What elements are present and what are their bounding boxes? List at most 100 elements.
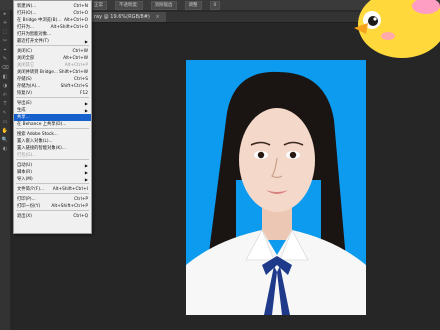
menu-item[interactable]: 打印一份(Y) Alt+Shift+Ctrl+P	[14, 203, 91, 210]
submenu-arrow-icon: ▶	[84, 163, 88, 168]
menu-item-label: 打开为智能对象...	[17, 32, 52, 37]
menu-item-shortcut: Ctrl+Q	[73, 214, 88, 219]
menu-item-label: 打开(O)...	[17, 11, 37, 16]
menu-item-label: 置入链接的智能对象(K)...	[17, 146, 66, 151]
menu-item-shortcut: Alt+Ctrl+O	[63, 18, 88, 23]
menu-item[interactable]: 搜索 Adobe Stock...	[14, 131, 91, 138]
menu-item-shortcut: Alt+Ctrl+P	[64, 63, 88, 68]
document-tab[interactable]: ray @ 19.6%(RGB/8#) ×	[88, 12, 166, 22]
menu-item-label: 导出(E)	[17, 101, 32, 106]
portrait-illustration	[186, 60, 366, 315]
menu-item: 打包(G)...	[14, 152, 91, 159]
menu-item-shortcut: Ctrl+S	[74, 77, 88, 82]
submenu-arrow-icon: ▶	[84, 108, 88, 113]
tool-button[interactable]: ✛	[0, 19, 10, 28]
menu-item-label: 关闭(C)	[17, 49, 32, 54]
tool-button[interactable]: ↖	[0, 109, 10, 118]
mode-select[interactable]: 正常	[90, 0, 107, 10]
menu-item[interactable]: 新建(N)... Ctrl+N	[14, 3, 91, 10]
menu-item-label: 恢复(V)	[17, 91, 32, 96]
menu-item-shortcut: Alt+Shift+Ctrl+P	[51, 204, 88, 209]
tool-button[interactable]: ✍	[0, 91, 10, 100]
menu-item-label: 打开为...	[17, 25, 34, 30]
smooth-toggle[interactable]: 消除锯齿	[150, 0, 177, 10]
document-tab-title: ray @ 19.6%(RGB/8#)	[94, 14, 150, 20]
tool-button[interactable]: ✎	[0, 55, 10, 64]
menu-item[interactable]: 最近打开文件(T) ▶	[14, 38, 91, 45]
menu-item[interactable]: 导出(E) ▶	[14, 100, 91, 107]
menu-item-shortcut: Alt+Ctrl+W	[63, 56, 88, 61]
menu-item[interactable]: 自动(U) ▶	[14, 162, 91, 169]
menu-item[interactable]: 打开为智能对象...	[14, 31, 91, 38]
menu-item: 关闭其它 Alt+Ctrl+P	[14, 62, 91, 69]
tool-button[interactable]: ◧	[0, 73, 10, 82]
menu-item[interactable]: 退出(X) Ctrl+Q	[14, 213, 91, 220]
menu-item[interactable]: 关闭并转到 Bridge... Shift+Ctrl+W	[14, 69, 91, 76]
menu-item-label: 文件简介(F)...	[17, 187, 45, 192]
menu-separator	[16, 159, 89, 160]
menu-item[interactable]: 在 Bridge 中浏览(B)... Alt+Ctrl+O	[14, 17, 91, 24]
tool-button[interactable]: ⌫	[0, 64, 10, 73]
tool-button[interactable]: ◐	[0, 145, 10, 154]
menu-item[interactable]: 共享...	[14, 114, 91, 121]
menu-item[interactable]: 置入嵌入对象(L)...	[14, 138, 91, 145]
menu-item[interactable]: 脚本(R) ▶	[14, 169, 91, 176]
menu-item-label: 新建(N)...	[17, 4, 37, 9]
tool-button[interactable]: T	[0, 100, 10, 109]
menu-item-shortcut: Alt+Shift+Ctrl+I	[52, 187, 88, 192]
menu-item[interactable]: 打印(P)... Ctrl+P	[14, 196, 91, 203]
bird-sticker	[348, 0, 440, 80]
menu-item-label: 关闭其它	[17, 63, 35, 68]
menu-item-shortcut: Shift+Ctrl+W	[59, 70, 88, 75]
menu-item[interactable]: 打开为... Alt+Shift+Ctrl+O	[14, 24, 91, 31]
menu-item-shortcut: F12	[80, 91, 88, 96]
menu-separator	[16, 97, 89, 98]
tool-button[interactable]: 🔍	[0, 136, 10, 145]
menu-item-label: 打印一份(Y)	[17, 204, 41, 209]
menu-separator	[16, 183, 89, 184]
tool-button[interactable]: ◑	[0, 82, 10, 91]
menu-item-label: 在 Behance 上共享(D)...	[17, 122, 67, 127]
menu-item-label: 关闭全部	[17, 56, 35, 61]
menu-item-label: 搜索 Adobe Stock...	[17, 132, 58, 137]
menu-item[interactable]: 导入(M) ▶	[14, 176, 91, 183]
menu-item[interactable]: 生成 ▶	[14, 107, 91, 114]
menu-item[interactable]: 存储(S) Ctrl+S	[14, 76, 91, 83]
menu-item[interactable]: 打开(O)... Ctrl+O	[14, 10, 91, 17]
submenu-arrow-icon: ▶	[84, 177, 88, 182]
menu-item-label: 生成	[17, 108, 26, 113]
menu-item[interactable]: 存储为(A)... Shift+Ctrl+S	[14, 83, 91, 90]
tool-button[interactable]: ✋	[0, 127, 10, 136]
width-field[interactable]: 0	[209, 0, 221, 10]
opacity-field[interactable]: 不透明度:	[115, 0, 143, 10]
menu-item-label: 脚本(R)	[17, 170, 32, 175]
submenu-arrow-icon: ▶	[84, 101, 88, 106]
menu-item-label: 关闭并转到 Bridge...	[17, 70, 58, 75]
submenu-arrow-icon: ▶	[84, 39, 88, 44]
menu-separator	[16, 193, 89, 194]
menu-item[interactable]: 置入链接的智能对象(K)...	[14, 145, 91, 152]
menu-item[interactable]: 关闭(C) Ctrl+W	[14, 48, 91, 55]
adjust-button[interactable]: 调整	[184, 0, 202, 10]
menu-item-shortcut: Shift+Ctrl+S	[60, 84, 88, 89]
tool-button[interactable]: ▭	[0, 118, 10, 127]
tool-button[interactable]: ⌖	[0, 46, 10, 55]
menu-item[interactable]: 在 Behance 上共享(D)...	[14, 121, 91, 128]
menu-item-label: 打印(P)...	[17, 197, 36, 202]
menu-item-label: 自动(U)	[17, 163, 33, 168]
menu-item[interactable]: 关闭全部 Alt+Ctrl+W	[14, 55, 91, 62]
close-icon[interactable]: ×	[155, 14, 159, 20]
menu-item-shortcut: Ctrl+P	[74, 197, 88, 202]
menu-item-label: 在 Bridge 中浏览(B)...	[17, 18, 62, 23]
tool-button[interactable]: ✂	[0, 37, 10, 46]
menu-separator	[16, 210, 89, 211]
menu-item-label: 导入(M)	[17, 177, 33, 182]
menu-item[interactable]: 文件简介(F)... Alt+Shift+Ctrl+I	[14, 186, 91, 193]
file-menu: 新建(N)... Ctrl+N 打开(O)... Ctrl+O 在 Bridge 中浏览…	[13, 0, 92, 234]
tool-button[interactable]: ⬚	[0, 28, 10, 37]
submenu-arrow-icon: ▶	[84, 170, 88, 175]
menu-item-shortcut: Ctrl+W	[72, 49, 89, 54]
menu-item[interactable]: 恢复(V) F12	[14, 90, 91, 97]
menu-separator	[16, 45, 89, 46]
tool-button[interactable]: ▸	[0, 10, 10, 19]
